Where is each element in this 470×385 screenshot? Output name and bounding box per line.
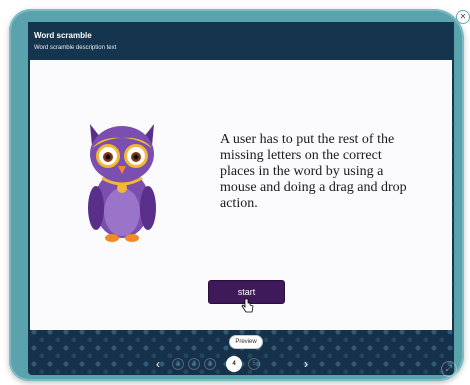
page-button[interactable]: 5 [248, 358, 260, 370]
current-page-button[interactable]: 4 [226, 356, 242, 372]
page-button[interactable]: 1 [172, 358, 184, 370]
preview-button[interactable]: Preview [229, 335, 263, 349]
page-button[interactable]: 2 [188, 358, 200, 370]
content-panel: A user has to put the rest of the missin… [30, 60, 452, 330]
chevron-left-icon[interactable]: ‹ [156, 356, 160, 372]
activity-description: A user has to put the rest of the missin… [220, 132, 407, 211]
activity-title: Word scramble [34, 31, 92, 40]
page-button[interactable]: 3 [204, 358, 216, 370]
fullscreen-icon[interactable]: ⤢ [441, 361, 457, 377]
pagination: ‹ 1 2 3 4 5 › [156, 356, 326, 372]
hand-cursor-icon [241, 298, 254, 313]
activity-subtitle: Word scramble description text [34, 45, 117, 51]
board-header: Word scramble Word scramble description … [28, 22, 454, 60]
owl-icon [88, 124, 156, 242]
chevron-right-icon[interactable]: › [304, 356, 308, 372]
close-icon[interactable]: ✕ [456, 10, 470, 24]
